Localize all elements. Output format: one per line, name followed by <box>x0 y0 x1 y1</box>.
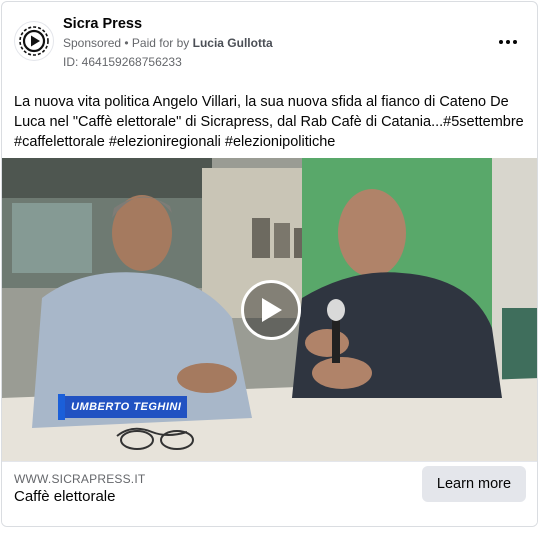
sponsored-line: Sponsored • Paid for by Lucia Gullotta <box>63 36 273 50</box>
play-logo-icon <box>19 26 49 56</box>
meta-separator: • <box>121 36 132 50</box>
more-dot-icon <box>506 40 510 44</box>
sponsored-label: Sponsored <box>63 36 122 50</box>
paid-for-prefix: Paid for by <box>131 36 193 50</box>
ad-card: Sicra Press Sponsored • Paid for by Luci… <box>1 1 538 527</box>
learn-more-button[interactable]: Learn more <box>422 466 526 502</box>
ad-header: Sicra Press Sponsored • Paid for by Luci… <box>2 2 537 82</box>
payer-name: Lucia Gullotta <box>192 36 273 50</box>
lower-third-caption: UMBERTO TEGHINI <box>58 394 188 420</box>
more-dot-icon <box>499 40 503 44</box>
advertiser-name[interactable]: Sicra Press <box>63 16 142 32</box>
video-player[interactable]: UMBERTO TEGHINI <box>2 158 537 461</box>
link-headline[interactable]: Caffè elettorale <box>14 488 115 505</box>
play-button[interactable] <box>241 280 301 340</box>
post-text: La nuova vita politica Angelo Villari, l… <box>14 94 524 150</box>
more-options-button[interactable] <box>497 32 519 52</box>
link-footer[interactable]: WWW.SICRAPRESS.IT Caffè elettorale Learn… <box>2 461 537 526</box>
link-domain: WWW.SICRAPRESS.IT <box>14 472 146 486</box>
play-icon <box>262 298 282 322</box>
advertiser-logo[interactable] <box>14 21 54 61</box>
lower-third-name: UMBERTO TEGHINI <box>65 396 188 418</box>
lower-third-accent <box>58 394 65 420</box>
more-dot-icon <box>513 40 517 44</box>
ad-id: ID: 464159268756233 <box>63 55 182 69</box>
